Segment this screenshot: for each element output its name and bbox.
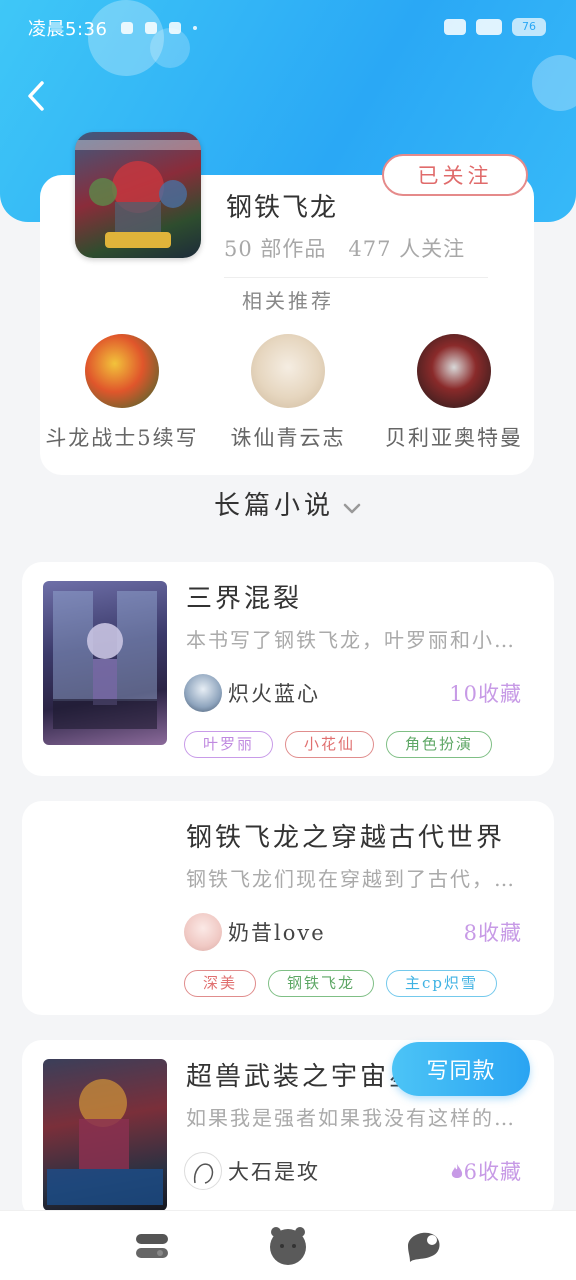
cover-illustration [47, 1079, 163, 1205]
nav-messages[interactable] [402, 1224, 446, 1268]
favorite-count-text: 6收藏 [463, 1160, 522, 1184]
tag[interactable]: 角色扮演 [386, 731, 493, 758]
book-title: 钢铁飞龙之穿越古代世界 [186, 823, 506, 853]
tag[interactable]: 钢铁飞龙 [268, 970, 375, 997]
back-button[interactable] [18, 78, 54, 114]
nav-home[interactable] [130, 1224, 174, 1268]
related-item[interactable]: 诛仙青云志 [203, 334, 373, 452]
dot-icon [193, 26, 198, 30]
book-description: 如果我是强者如果我没有这样的… [186, 1106, 516, 1130]
robot-illustration [89, 161, 187, 248]
nav-discover[interactable] [266, 1224, 310, 1268]
tag-list: 深美 钢铁飞龙 主cp炽雪 [184, 970, 498, 997]
book-card[interactable]: 三界混裂 本书写了钢铁飞龙，叶罗丽和小… 炽火蓝心 10收藏 叶罗丽 小花仙 角… [22, 562, 554, 776]
related-avatar [417, 334, 491, 408]
tag[interactable]: 小花仙 [285, 731, 375, 758]
book-card[interactable]: 钢铁飞龙之穿越古代世界 钢铁飞龙们现在穿越到了古代，… 奶昔love 8收藏 深… [22, 801, 554, 1015]
sketch-avatar-icon [193, 1163, 214, 1184]
bottom-nav [0, 1210, 576, 1280]
related-avatar [85, 334, 159, 408]
book-title: 三界混裂 [186, 584, 303, 614]
related-heading: 相关推荐 [242, 289, 334, 313]
category-label: 长篇小说 [213, 491, 334, 521]
bear-face-icon [270, 1226, 306, 1265]
signal-icon [444, 19, 466, 35]
book-cover-image [43, 1059, 167, 1211]
author-avatar [184, 913, 222, 951]
tag[interactable]: 叶罗丽 [184, 731, 274, 758]
related-avatar [251, 334, 325, 408]
notification-icon [121, 22, 134, 34]
topic-title: 钢铁飞龙 [226, 193, 339, 223]
chevron-down-icon [342, 492, 362, 522]
decor-bubble [532, 55, 576, 111]
related-name: 斗龙战士5续写 [45, 426, 199, 450]
divider [224, 277, 488, 278]
wifi-icon [476, 19, 502, 35]
messages-icon [408, 1232, 440, 1262]
favorite-count: 8收藏 [463, 921, 522, 945]
chevron-left-icon [28, 81, 44, 111]
author-name: 奶昔love [228, 921, 326, 945]
battery-icon: 76 [512, 18, 546, 36]
favorite-count: 10收藏 [449, 682, 522, 706]
author-name: 大石是攻 [228, 1160, 320, 1184]
notification-icons [121, 22, 198, 34]
category-dropdown[interactable]: 长篇小说 [0, 485, 576, 522]
notification-icon [169, 22, 182, 34]
status-time: 凌晨5:36 [28, 19, 108, 40]
write-same-button[interactable]: 写同款 [392, 1042, 530, 1096]
system-icons: 76 [444, 18, 546, 36]
book-description: 钢铁飞龙们现在穿越到了古代，… [186, 867, 516, 891]
author-avatar [184, 1152, 222, 1190]
tag-list: 叶罗丽 小花仙 角色扮演 [184, 731, 493, 758]
followers-count: 477 人关注 [348, 237, 466, 261]
topic-cover-image [75, 132, 201, 258]
author-name: 炽火蓝心 [228, 682, 320, 706]
favorite-count: 6收藏 [450, 1156, 522, 1186]
notification-icon [145, 22, 158, 34]
cover-illustration [53, 591, 157, 729]
book-cover-image [43, 581, 167, 745]
book-description: 本书写了钢铁飞龙，叶罗丽和小… [186, 628, 516, 652]
follow-button[interactable]: 已关注 [382, 154, 528, 196]
related-name: 贝利亚奥特曼 [385, 426, 523, 450]
home-icon [136, 1233, 168, 1258]
related-item[interactable]: 贝利亚奥特曼 [369, 334, 539, 452]
tag[interactable]: 深美 [184, 970, 257, 997]
related-name: 诛仙青云志 [230, 426, 346, 450]
tag[interactable]: 主cp炽雪 [386, 970, 498, 997]
flame-icon [451, 1164, 462, 1178]
topic-stats: 50 部作品 477 人关注 [224, 233, 465, 263]
author-avatar [184, 674, 222, 712]
related-item[interactable]: 斗龙战士5续写 [37, 334, 207, 452]
works-count: 50 部作品 [224, 237, 327, 261]
status-bar: 凌晨5:36 76 [0, 10, 576, 46]
